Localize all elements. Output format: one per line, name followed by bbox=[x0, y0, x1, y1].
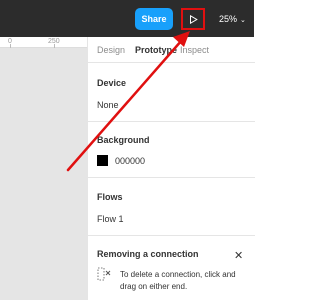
zoom-dropdown[interactable]: 25% ⌄ bbox=[219, 8, 246, 30]
properties-panel: Design Prototype Inspect Device None Bac… bbox=[87, 37, 255, 300]
device-section-title: Device bbox=[97, 78, 127, 88]
divider bbox=[88, 177, 255, 178]
ruler: 0 250 bbox=[0, 37, 87, 48]
connection-handle-icon bbox=[97, 267, 111, 281]
device-select[interactable]: None bbox=[97, 100, 119, 110]
divider bbox=[88, 235, 255, 236]
ruler-mark bbox=[10, 44, 11, 48]
zoom-level: 25% bbox=[219, 14, 238, 24]
share-button[interactable]: Share bbox=[135, 8, 173, 30]
play-icon bbox=[190, 15, 198, 24]
divider bbox=[88, 121, 255, 122]
flows-section-title: Flows bbox=[97, 192, 123, 202]
background-section-title: Background bbox=[97, 135, 150, 145]
tab-design[interactable]: Design bbox=[97, 45, 125, 55]
panel-tabs: Design Prototype Inspect bbox=[88, 37, 255, 63]
tab-prototype[interactable]: Prototype bbox=[135, 45, 177, 55]
background-hex-value[interactable]: 000000 bbox=[115, 156, 145, 166]
ruler-mark bbox=[54, 44, 55, 48]
present-button[interactable] bbox=[181, 8, 205, 30]
close-icon[interactable]: ✕ bbox=[234, 249, 243, 262]
flow-item[interactable]: Flow 1 bbox=[97, 214, 124, 224]
background-color-swatch[interactable] bbox=[97, 155, 108, 166]
tab-inspect[interactable]: Inspect bbox=[180, 45, 209, 55]
hint-title: Removing a connection bbox=[97, 249, 199, 259]
hint-text: To delete a connection, click and drag o… bbox=[120, 270, 236, 291]
chevron-down-icon: ⌄ bbox=[240, 17, 246, 24]
top-toolbar: Share 25% ⌄ bbox=[0, 0, 254, 37]
canvas-area[interactable]: 0 250 bbox=[0, 37, 87, 300]
app-window: Share 25% ⌄ 0 250 Design Prototype Inspec… bbox=[0, 0, 255, 300]
